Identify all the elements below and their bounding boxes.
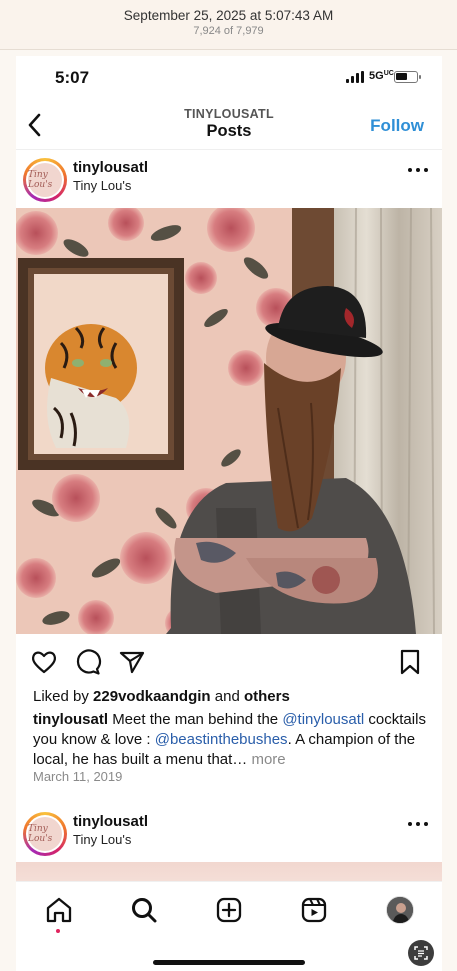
- comment-icon[interactable]: [74, 648, 102, 676]
- status-bar: 5:07 5GUC: [16, 56, 442, 100]
- bookmark-icon[interactable]: [396, 648, 424, 676]
- photos-header: September 25, 2025 at 5:07:43 AM 7,924 o…: [0, 0, 457, 50]
- post-header: Tiny Lou's tinylousatl Tiny Lou's: [16, 152, 442, 204]
- avatar[interactable]: Tiny Lou's: [23, 158, 67, 202]
- reels-icon[interactable]: [299, 895, 329, 925]
- likes-line: Liked by 229vodkaandgin and others: [33, 688, 290, 705]
- live-text-icon[interactable]: [408, 940, 434, 966]
- post-username[interactable]: tinylousatl: [73, 159, 148, 176]
- photo-date: September 25, 2025 at 5:07:43 AM: [123, 8, 334, 23]
- battery-icon: [394, 71, 421, 83]
- mention-link[interactable]: @beastinthebushes: [155, 731, 288, 748]
- post-image: [16, 208, 442, 634]
- more-options-icon[interactable]: [408, 822, 428, 828]
- bottom-tab-bar: [16, 881, 442, 971]
- nav-bar: TINYLOUSATL Posts Follow: [16, 100, 442, 150]
- search-icon[interactable]: [129, 895, 159, 925]
- status-time: 5:07: [55, 68, 90, 87]
- mention-link[interactable]: @tinylousatl: [282, 711, 364, 728]
- signal-icon: [346, 71, 366, 83]
- avatar-logo-text: Tiny Lou's: [28, 824, 53, 844]
- caption-more-link[interactable]: more: [251, 751, 285, 768]
- post-actions: [16, 644, 442, 680]
- profile-avatar[interactable]: [386, 896, 414, 924]
- post-date: March 11, 2019: [33, 769, 123, 784]
- liked-by-others[interactable]: others: [244, 688, 290, 705]
- notification-dot: [56, 929, 60, 933]
- post-caption: tinylousatl Meet the man behind the @tin…: [33, 711, 426, 768]
- caption-username[interactable]: tinylousatl: [33, 711, 108, 728]
- home-icon[interactable]: [44, 895, 74, 925]
- more-options-icon[interactable]: [408, 168, 428, 174]
- phone-screen: 5:07 5GUC TINYLOUSATL Posts Follow Tiny …: [16, 56, 442, 971]
- photo-count: 7,924 of 7,979: [193, 25, 264, 37]
- home-indicator[interactable]: [153, 960, 305, 965]
- avatar[interactable]: Tiny Lou's: [23, 812, 67, 856]
- post-location[interactable]: Tiny Lou's: [73, 178, 131, 193]
- follow-button[interactable]: Follow: [370, 116, 424, 136]
- liked-by-user[interactable]: 229vodkaandgin: [93, 688, 211, 705]
- post-photo[interactable]: [16, 208, 442, 634]
- post-username[interactable]: tinylousatl: [73, 813, 148, 830]
- avatar-logo-text: Tiny Lou's: [28, 170, 53, 190]
- network-indicator: 5GUC: [369, 70, 394, 82]
- plus-square-icon[interactable]: [214, 895, 244, 925]
- post-location[interactable]: Tiny Lou's: [73, 832, 131, 847]
- send-icon[interactable]: [118, 648, 146, 676]
- next-post-header: Tiny Lou's tinylousatl Tiny Lou's: [16, 806, 442, 858]
- heart-icon[interactable]: [30, 648, 58, 676]
